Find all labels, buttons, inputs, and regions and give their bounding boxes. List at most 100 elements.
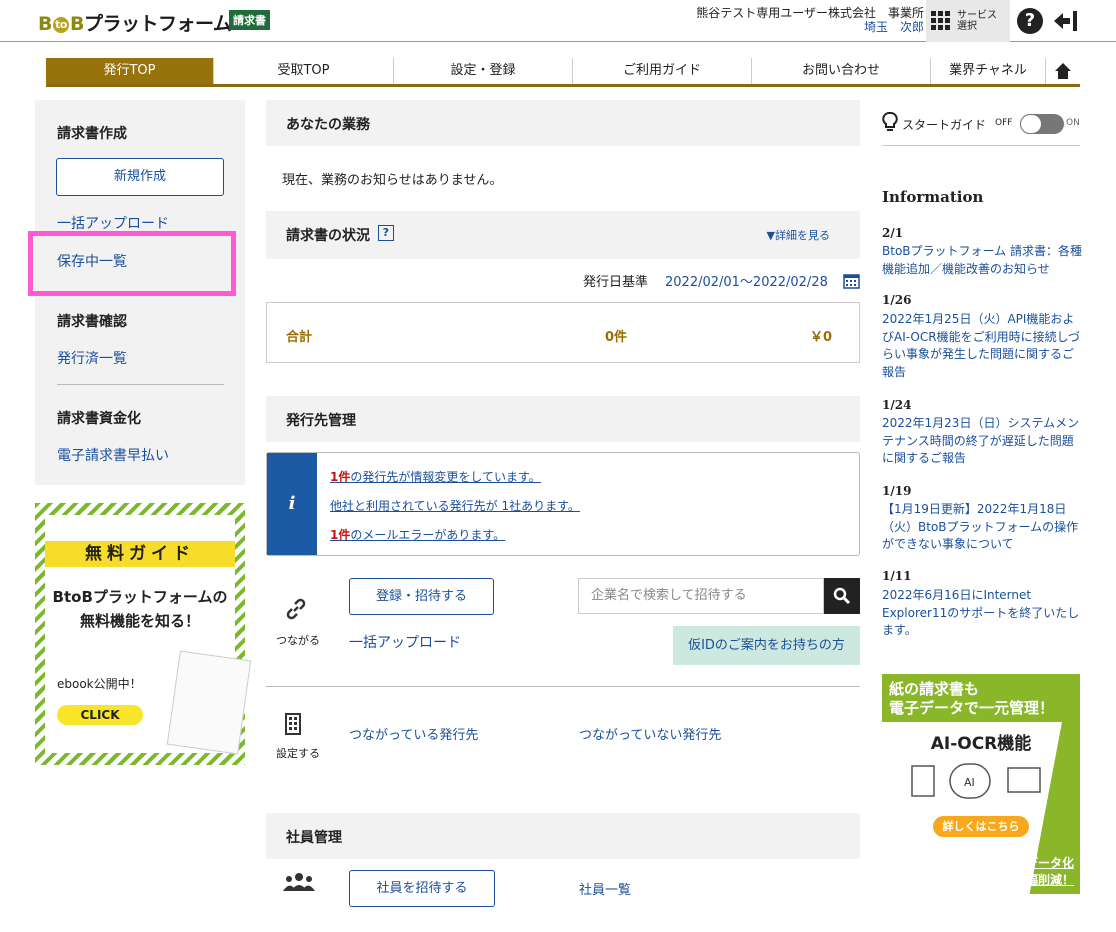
- help-icon[interactable]: ?: [1017, 8, 1043, 34]
- link-icon: [286, 598, 306, 620]
- logo-b2: B: [69, 13, 84, 35]
- connected-destinations-link[interactable]: つながっている発行先: [349, 724, 478, 743]
- news-link[interactable]: 2022年1月23日（日）システムメンテナンス時間の終了が遅延した問題に関するご…: [882, 415, 1082, 468]
- start-guide-toggle[interactable]: [1020, 114, 1064, 134]
- settings-label: 設定する: [276, 747, 320, 760]
- news-link[interactable]: 2022年6月16日にInternet Explorer11のサポートを終了いた…: [882, 587, 1082, 640]
- sidebar-item-bulk-upload[interactable]: 一括アップロード: [57, 213, 169, 233]
- summary-box: 合計 0件 ￥0: [266, 302, 860, 363]
- service-label-1: サービス: [957, 10, 997, 21]
- sidebar-divider: [57, 384, 224, 385]
- product-badge: 請求書: [229, 10, 270, 30]
- tab-settings[interactable]: 設定・登録: [394, 58, 573, 84]
- home-icon[interactable]: [1046, 58, 1080, 84]
- logo-b: B: [38, 13, 52, 35]
- date-basis-label: 発行日基準: [583, 275, 649, 290]
- top-bar: Bto Bプラットフォーム 請求書 熊谷テスト専用ユーザー株式会社 事業所 埼玉 …: [0, 0, 1116, 42]
- building-icon: [285, 713, 301, 735]
- date-range[interactable]: 2022/02/01～2022/02/28: [665, 271, 828, 290]
- main-nav: 発行TOP 受取TOP 設定・登録 ご利用ガイド お問い合わせ 業界チャネル: [46, 58, 1080, 87]
- toggle-off-label: OFF: [995, 118, 1013, 128]
- unconnected-destinations-link[interactable]: つながっていない発行先: [579, 724, 721, 743]
- news-date: 1/24: [882, 398, 912, 412]
- user-name[interactable]: 埼玉 次郎: [640, 20, 924, 34]
- news-link[interactable]: 2022年1月25日（火）API機能およびAI-OCR機能をご利用時に接続しづら…: [882, 311, 1082, 381]
- info-change-link[interactable]: 1件の発行先が情報変更をしています。: [330, 468, 541, 485]
- staff-list-link[interactable]: 社員一覧: [579, 879, 631, 898]
- sidebar-item-early-payment[interactable]: 電子請求書早払い: [57, 445, 169, 465]
- lightbulb-icon: [882, 112, 898, 131]
- no-notice-text: 現在、業務のお知らせはありません。: [282, 173, 503, 188]
- section-destination-mgmt: 発行先管理: [266, 396, 860, 442]
- connect-label: つながる: [276, 634, 320, 647]
- document-cloud-icon: AI: [911, 763, 1041, 799]
- invite-staff-button[interactable]: 社員を招待する: [349, 870, 495, 907]
- temporary-id-button[interactable]: 仮IDのご案内をお持ちの方: [673, 626, 860, 665]
- total-count: 0件: [605, 330, 628, 345]
- ai-ocr-banner[interactable]: 紙の請求書も 電子データで一元管理！ AI-OCR機能 AI 詳しくはこちら 簡単…: [882, 674, 1080, 894]
- help-question-icon[interactable]: ?: [377, 225, 394, 241]
- tab-receive-top[interactable]: 受取TOP: [214, 58, 394, 84]
- invoice-status-title: 請求書の状況: [286, 228, 370, 244]
- divider: [266, 686, 860, 687]
- start-guide-label: スタートガイド: [902, 118, 987, 132]
- news-date: 1/19: [882, 484, 912, 498]
- mail-error-link[interactable]: 1件のメールエラーがあります。: [330, 526, 505, 543]
- news-link[interactable]: 【1月19日更新】2022年1月18日（火）BtoBプラットフォームの操作ができ…: [882, 501, 1082, 554]
- bulk-upload-link[interactable]: 一括アップロード: [349, 632, 461, 652]
- start-guide: スタートガイド OFF ON: [882, 110, 1080, 146]
- promo-click-button[interactable]: CLICK: [57, 705, 143, 725]
- logo-to: to: [52, 16, 69, 33]
- notice-box: i 1件の発行先が情報変更をしています。 他社と利用されている発行先が 1社あり…: [266, 452, 860, 556]
- promo-sub-1: BtoBプラットフォームの: [52, 588, 228, 606]
- info-icon: i: [267, 453, 317, 555]
- total-label: 合計: [286, 330, 313, 345]
- section-staff-mgmt: 社員管理: [266, 813, 860, 859]
- service-label-2: 選択: [957, 21, 977, 32]
- register-invite-button[interactable]: 登録・招待する: [349, 578, 494, 615]
- toggle-on-label: ON: [1066, 118, 1080, 128]
- ad-line-1: 紙の請求書も: [889, 680, 980, 698]
- ad-headline: 紙の請求書も 電子データで一元管理！: [889, 680, 1054, 718]
- ad-details-button[interactable]: 詳しくはこちら: [933, 816, 1029, 837]
- tab-issue-top[interactable]: 発行TOP: [46, 58, 214, 84]
- tab-contact[interactable]: お問い合わせ: [752, 58, 931, 84]
- ad-tagline: 簡単・素早く電子データ化入力作業が大幅削減！: [918, 855, 1080, 889]
- logo[interactable]: Bto Bプラットフォーム: [38, 9, 232, 36]
- section-invoice-status: 請求書の状況 ? ▼詳細を見る: [266, 211, 860, 259]
- sidebar-item-issued-list[interactable]: 発行済一覧: [57, 348, 127, 368]
- ad-ocr-title: AI-OCR機能: [930, 734, 1032, 754]
- info-change-text: の発行先が情報変更をしています。: [350, 470, 541, 484]
- highlight-box: [28, 231, 236, 296]
- tab-guide[interactable]: ご利用ガイド: [573, 58, 752, 84]
- shared-destination-link[interactable]: 他社と利用されている発行先が 1社あります。: [330, 497, 580, 514]
- mail-error-count: 1件: [330, 528, 351, 542]
- details-link[interactable]: ▼詳細を見る: [767, 227, 830, 243]
- company-search-input[interactable]: 企業名で検索して招待する: [578, 578, 824, 614]
- free-guide-banner[interactable]: 無料ガイド BtoBプラットフォームの 無料機能を知る！ ebook公開中！ CL…: [35, 503, 252, 765]
- ad-line-4: 入力作業が大幅削減！: [953, 873, 1074, 887]
- toggle-knob: [1020, 114, 1042, 134]
- logout-icon[interactable]: [1052, 9, 1080, 33]
- promo-title: 無料ガイド: [45, 541, 235, 567]
- news-link[interactable]: BtoBプラットフォーム 請求書：各種機能追加／機能改善のお知らせ: [882, 243, 1082, 278]
- sidebar-section-create: 請求書作成: [57, 126, 127, 142]
- new-invoice-button[interactable]: 新規作成: [56, 158, 224, 196]
- logo-text: プラットフォーム: [83, 13, 232, 35]
- promo-subtitle: BtoBプラットフォームの 無料機能を知る！: [45, 585, 235, 633]
- ad-line-3: 簡単・素早く電子データ化: [929, 856, 1074, 870]
- total-amount: ￥0: [810, 330, 833, 345]
- people-icon: [283, 873, 315, 891]
- sidebar-section-confirm: 請求書確認: [57, 314, 127, 330]
- tab-industry-channel[interactable]: 業界チャネル: [931, 58, 1046, 84]
- search-icon[interactable]: [824, 578, 860, 614]
- information-heading: Information: [882, 188, 984, 206]
- news-date: 2/1: [882, 226, 904, 240]
- ad-line-2: 電子データで一元管理！: [889, 699, 1055, 717]
- company-info: 熊谷テスト専用ユーザー株式会社 事業所 埼玉 次郎: [640, 6, 924, 34]
- service-select-button[interactable]: サービス 選択: [926, 0, 1010, 42]
- svg-text:AI: AI: [964, 776, 975, 789]
- promo-panel: 無料ガイド BtoBプラットフォームの 無料機能を知る！ ebook公開中！ CL…: [45, 515, 252, 755]
- promo-ebook: ebook公開中！: [57, 677, 142, 691]
- calendar-icon[interactable]: [843, 272, 860, 289]
